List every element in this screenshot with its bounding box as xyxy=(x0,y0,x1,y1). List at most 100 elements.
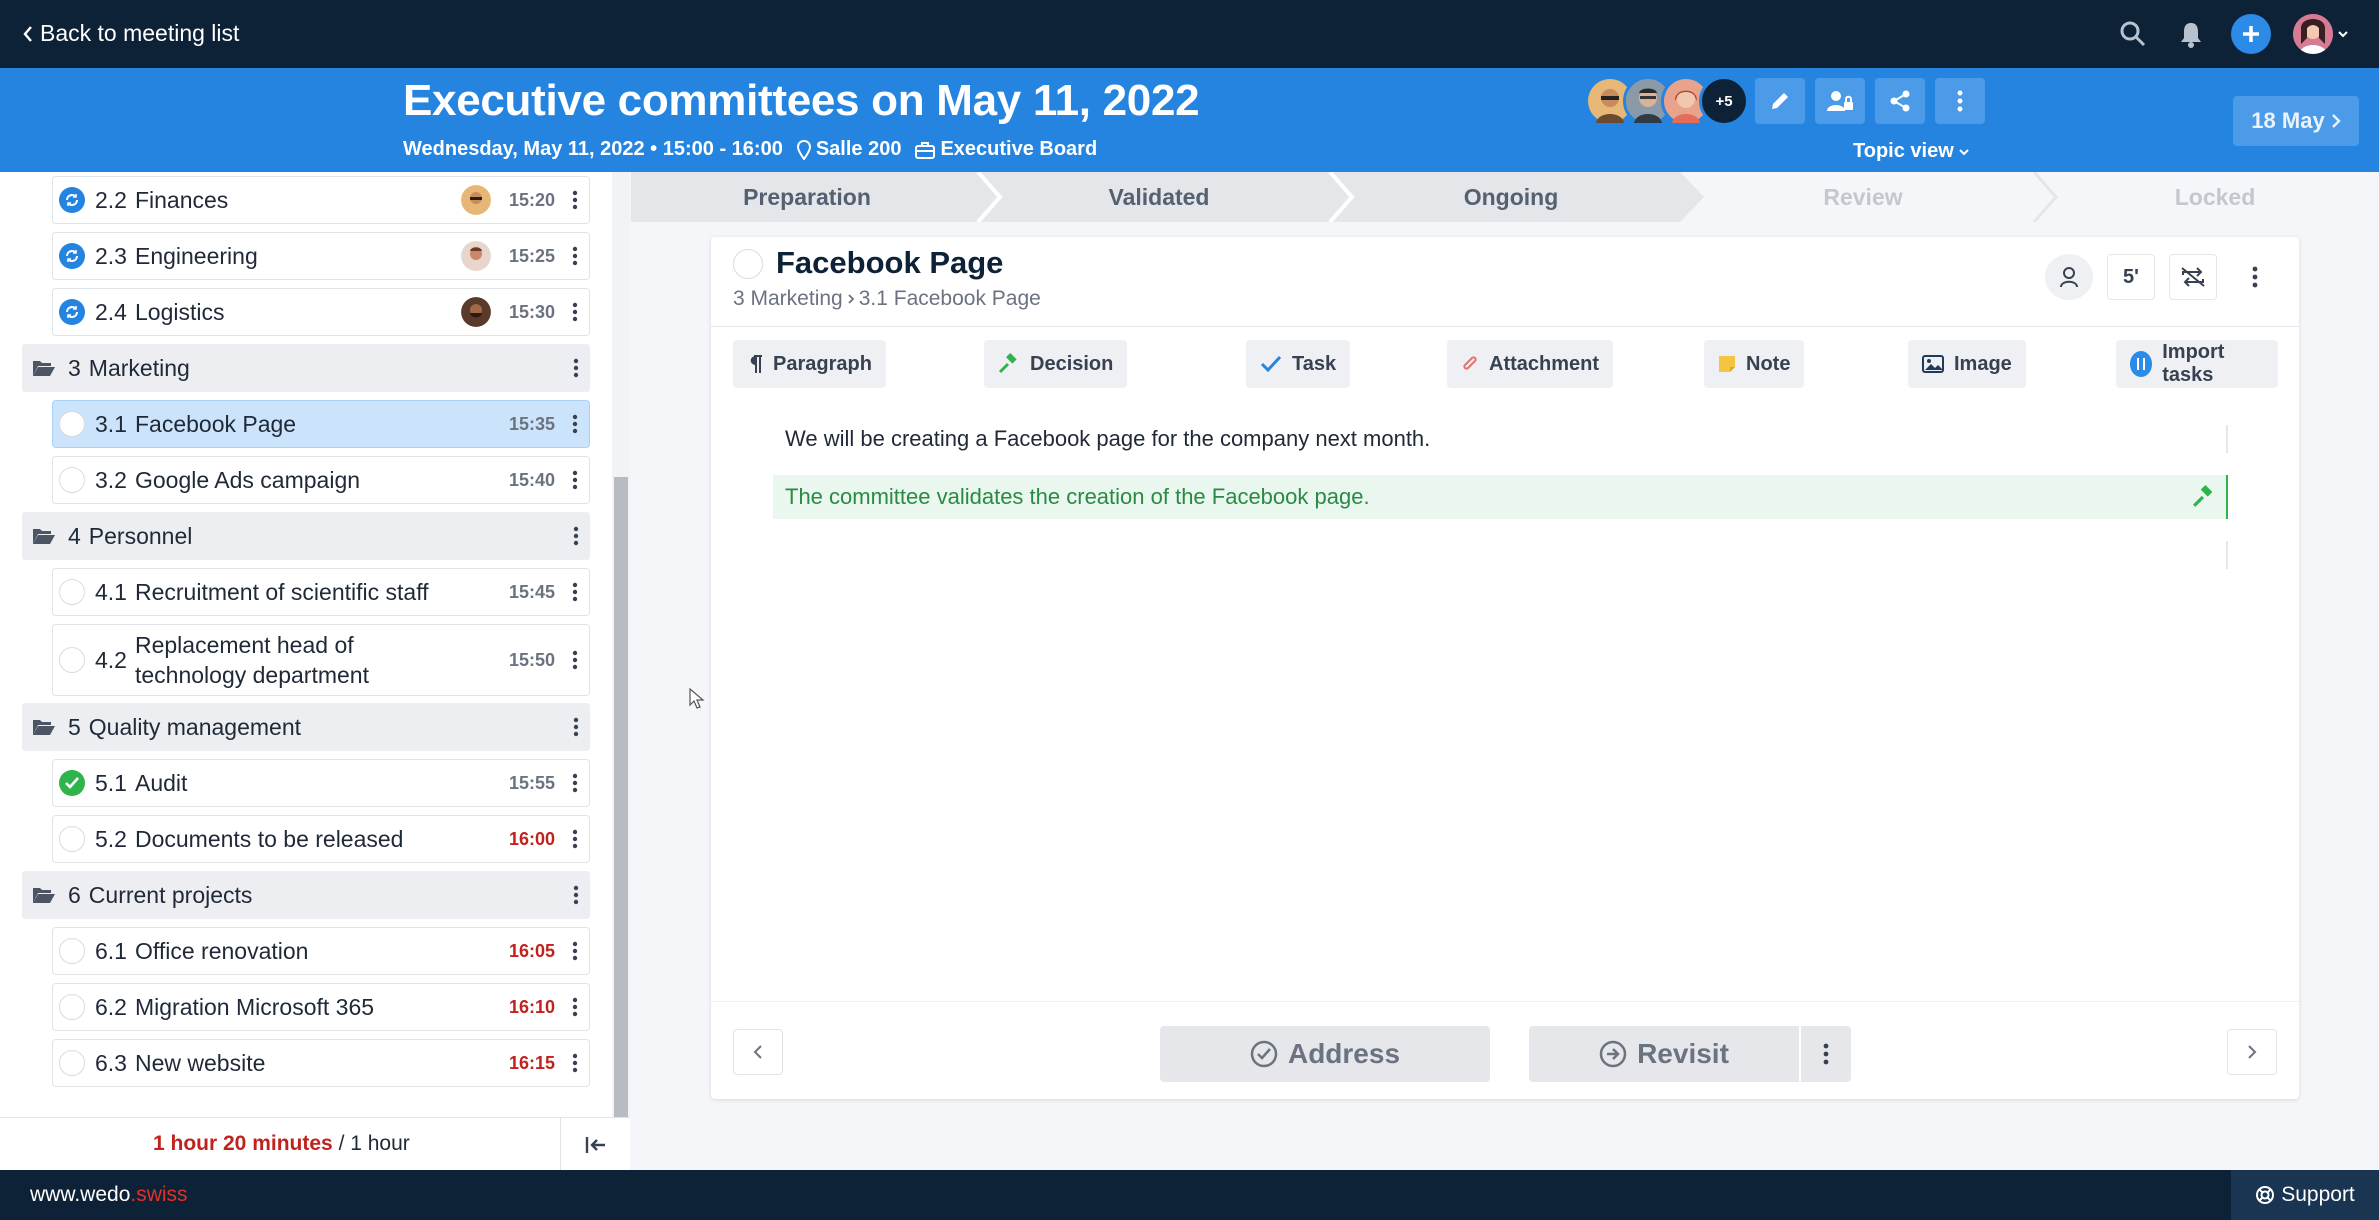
import-tasks-button[interactable]: Import tasks xyxy=(2116,340,2278,388)
topic-item[interactable]: 4.1 Recruitment of scientific staff 15:4… xyxy=(52,568,590,616)
more-vertical-icon[interactable] xyxy=(565,190,585,210)
address-button[interactable]: Address xyxy=(1160,1026,1490,1082)
insert-paragraph-button[interactable]: Paragraph xyxy=(733,340,886,388)
revisit-more-button[interactable] xyxy=(1801,1026,1851,1082)
topic-item[interactable]: 3.2 Google Ads campaign 15:40 xyxy=(52,456,590,504)
sync-status-icon[interactable] xyxy=(59,299,85,325)
section-label: Marketing xyxy=(88,355,190,381)
more-vertical-icon[interactable] xyxy=(566,717,586,737)
more-vertical-icon[interactable] xyxy=(565,582,585,602)
topic-item[interactable]: 2.4 Logistics 15:30 xyxy=(52,288,590,336)
meeting-more-button[interactable] xyxy=(1935,78,1985,124)
more-vertical-icon[interactable] xyxy=(566,885,586,905)
status-circle-icon[interactable] xyxy=(59,826,85,852)
more-vertical-icon[interactable] xyxy=(565,650,585,670)
next-meeting-button[interactable]: 18 May xyxy=(2233,96,2359,146)
insert-note-button[interactable]: Note xyxy=(1704,340,1805,388)
more-vertical-icon[interactable] xyxy=(566,358,586,378)
more-vertical-icon[interactable] xyxy=(565,302,585,322)
site-link[interactable]: www.wedo.swiss xyxy=(30,1183,188,1207)
section-item[interactable]: 6 Current projects xyxy=(22,871,590,919)
back-to-meeting-list-link[interactable]: Back to meeting list xyxy=(22,20,239,47)
step-review[interactable]: Review xyxy=(1687,172,2039,222)
bell-icon[interactable] xyxy=(2173,16,2209,52)
section-item[interactable]: 4 Personnel xyxy=(22,512,590,560)
manage-access-button[interactable] xyxy=(1815,78,1865,124)
top-navigation-bar: Back to meeting list xyxy=(0,0,2379,68)
topic-item[interactable]: 2.3 Engineering 15:25 xyxy=(52,232,590,280)
step-locked[interactable]: Locked xyxy=(2039,172,2379,222)
repeat-off-icon xyxy=(2181,267,2205,287)
breadcrumb-section[interactable]: 3 Marketing xyxy=(733,287,843,311)
empty-block[interactable] xyxy=(773,533,2228,577)
assign-presenter-button[interactable] xyxy=(2045,254,2093,300)
back-link-label: Back to meeting list xyxy=(40,20,240,46)
topic-item[interactable]: 6.3 New website 16:15 xyxy=(52,1039,590,1087)
step-validated[interactable]: Validated xyxy=(983,172,1335,222)
more-vertical-icon[interactable] xyxy=(565,1053,585,1073)
topic-status-circle[interactable] xyxy=(733,249,763,279)
insert-image-button[interactable]: Image xyxy=(1908,340,2026,388)
sync-status-icon[interactable] xyxy=(59,243,85,269)
participants-list[interactable]: +5 xyxy=(1585,76,1749,126)
topic-time: 15:30 xyxy=(508,301,555,322)
meeting-location: Salle 200 xyxy=(796,138,901,161)
status-circle-icon[interactable] xyxy=(59,938,85,964)
topic-number: 3.2 xyxy=(95,466,127,493)
status-circle-icon[interactable] xyxy=(59,1050,85,1076)
topic-item[interactable]: 5.1 Audit 15:55 xyxy=(52,759,590,807)
more-vertical-icon[interactable] xyxy=(565,773,585,793)
insert-task-button[interactable]: Task xyxy=(1246,340,1351,388)
section-item[interactable]: 5 Quality management xyxy=(22,703,590,751)
status-circle-icon[interactable] xyxy=(59,411,85,437)
check-circle-icon[interactable] xyxy=(59,770,85,796)
plus-icon xyxy=(2243,26,2259,42)
section-label: Quality management xyxy=(88,714,302,740)
paragraph-block[interactable]: We will be creating a Facebook page for … xyxy=(773,417,2228,461)
revisit-button[interactable]: Revisit xyxy=(1529,1026,1799,1082)
more-vertical-icon[interactable] xyxy=(565,829,585,849)
more-vertical-icon[interactable] xyxy=(565,470,585,490)
insert-attachment-button[interactable]: Attachment xyxy=(1447,340,1614,388)
insert-decision-button[interactable]: Decision xyxy=(984,340,1128,388)
user-menu[interactable] xyxy=(2293,14,2349,54)
repeat-off-button[interactable] xyxy=(2169,254,2217,300)
sync-status-icon[interactable] xyxy=(59,187,85,213)
support-button[interactable]: Support xyxy=(2231,1170,2379,1220)
sidebar-scrollbar-thumb[interactable] xyxy=(614,477,628,1117)
previous-topic-button[interactable] xyxy=(733,1029,783,1075)
section-label: Personnel xyxy=(88,523,193,549)
status-circle-icon[interactable] xyxy=(59,579,85,605)
topic-item[interactable]: 2.2 Finances 15:20 xyxy=(52,176,590,224)
more-vertical-icon[interactable] xyxy=(565,997,585,1017)
topic-item[interactable]: 6.1 Office renovation 16:05 xyxy=(52,927,590,975)
more-vertical-icon[interactable] xyxy=(565,414,585,434)
add-button[interactable] xyxy=(2231,14,2271,54)
step-ongoing[interactable]: Ongoing xyxy=(1335,172,1687,222)
status-circle-icon[interactable] xyxy=(59,994,85,1020)
topic-title[interactable]: Facebook Page xyxy=(776,245,1003,281)
more-participants-badge: +5 xyxy=(1699,76,1749,126)
breadcrumb-topic: 3.1 Facebook Page xyxy=(858,287,1041,310)
topic-item[interactable]: 5.2 Documents to be released 16:00 xyxy=(52,815,590,863)
more-vertical-icon[interactable] xyxy=(565,941,585,961)
status-circle-icon[interactable] xyxy=(59,647,85,673)
duration-button[interactable]: 5' xyxy=(2107,254,2155,300)
status-circle-icon[interactable] xyxy=(59,467,85,493)
topic-label: Audit xyxy=(134,770,188,796)
topic-item-selected[interactable]: 3.1 Facebook Page 15:35 xyxy=(52,400,590,448)
share-button[interactable] xyxy=(1875,78,1925,124)
topic-more-button[interactable] xyxy=(2231,254,2279,300)
more-vertical-icon[interactable] xyxy=(566,526,586,546)
decision-block[interactable]: The committee validates the creation of … xyxy=(773,475,2228,519)
next-topic-button[interactable] xyxy=(2227,1029,2277,1075)
section-item[interactable]: 3 Marketing xyxy=(22,344,590,392)
more-vertical-icon[interactable] xyxy=(565,246,585,266)
step-preparation[interactable]: Preparation xyxy=(631,172,983,222)
topic-view-dropdown[interactable]: Topic view xyxy=(1853,140,1970,163)
edit-meeting-button[interactable] xyxy=(1755,78,1805,124)
search-icon[interactable] xyxy=(2115,16,2151,52)
collapse-sidebar-button[interactable] xyxy=(560,1118,630,1171)
topic-item[interactable]: 4.2 Replacement head of technology depar… xyxy=(52,624,590,696)
topic-item[interactable]: 6.2 Migration Microsoft 365 16:10 xyxy=(52,983,590,1031)
